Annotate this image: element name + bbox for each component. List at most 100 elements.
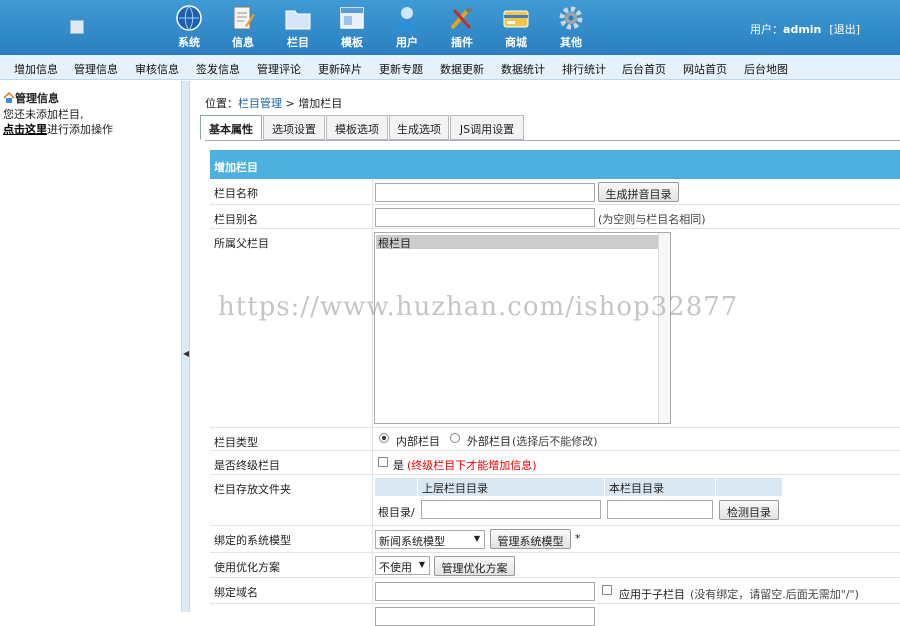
nav-label: 用户 [396, 36, 418, 49]
parent-column-listbox[interactable]: 根栏目 [374, 232, 671, 424]
folder-head-extra [716, 478, 782, 496]
model-label: 绑定的系统模型 [214, 534, 291, 547]
sidebar-action: 点击这里进行添加操作 [3, 121, 113, 137]
nav-info[interactable]: 信息 [221, 4, 265, 50]
menu-data-stats[interactable]: 数据统计 [501, 61, 545, 77]
domain-hint: (没有绑定，请留空.后面无需加"/") [690, 588, 859, 601]
menu-site-home[interactable]: 网站首页 [683, 61, 727, 77]
menu-manage-comments[interactable]: 管理评论 [257, 61, 301, 77]
tab-basic[interactable]: 基本属性 [200, 115, 262, 140]
menu-data-update[interactable]: 数据更新 [440, 61, 484, 77]
manage-model-button[interactable]: 管理系统模型 [490, 529, 571, 549]
nav-other[interactable]: 其他 [549, 4, 593, 50]
domain-input[interactable] [375, 582, 595, 601]
domain-sub-label: 应用于子栏目 [619, 588, 685, 601]
manage-optimize-button[interactable]: 管理优化方案 [434, 556, 515, 576]
logout-link[interactable]: [退出] [829, 23, 860, 36]
optimize-select[interactable]: 不使用 ▼ [375, 556, 430, 575]
menu-rank-stats[interactable]: 排行统计 [562, 61, 606, 77]
final-hint: (终级栏目下才能增加信息) [407, 459, 537, 472]
folder-root-label: 根目录/ [378, 506, 415, 519]
tab-options[interactable]: 选项设置 [263, 115, 325, 140]
home-icon [3, 91, 15, 103]
alias-hint: (为空则与栏目名相同) [598, 213, 706, 226]
parent-label: 所属父栏目 [214, 237, 269, 250]
type-hint: (选择后不能修改) [512, 435, 598, 448]
user-info: 用户：admin [退出] [750, 21, 860, 37]
username: admin [783, 23, 822, 36]
folder-head-blank [375, 478, 417, 496]
column-name-input[interactable] [375, 183, 595, 202]
breadcrumb-link-column-manage[interactable]: 栏目管理 [238, 97, 282, 110]
parent-folder-input[interactable] [421, 500, 601, 519]
tab-generate[interactable]: 生成选项 [389, 115, 449, 140]
this-folder-input[interactable] [607, 500, 713, 519]
menu-update-topics[interactable]: 更新专题 [379, 61, 423, 77]
dropdown-arrow-icon: ▼ [418, 560, 425, 569]
name-label: 栏目名称 [214, 187, 258, 200]
folder-head-this: 本栏目目录 [605, 478, 715, 496]
folder-label: 栏目存放文件夹 [214, 483, 291, 496]
menu-sign-info[interactable]: 签发信息 [196, 61, 240, 77]
tab-template[interactable]: 模板选项 [326, 115, 388, 140]
final-yes-label: 是 [393, 459, 404, 472]
column-alias-input[interactable] [375, 208, 595, 227]
gear-icon [559, 6, 583, 30]
final-checkbox[interactable] [378, 457, 388, 467]
nav-shop[interactable]: 商城 [494, 4, 538, 50]
menu-admin-home[interactable]: 后台首页 [622, 61, 666, 77]
final-label: 是否终级栏目 [214, 459, 280, 472]
nav-label: 其他 [560, 36, 582, 49]
model-select[interactable]: 新闻系统模型 ▼ [375, 530, 485, 549]
domain-sub-checkbox[interactable] [602, 585, 612, 595]
window-icon [340, 7, 364, 29]
listbox-scrollbar[interactable] [658, 233, 670, 423]
radio-external[interactable] [450, 433, 460, 443]
generate-pinyin-button[interactable]: 生成拼音目录 [598, 182, 679, 202]
domain-label: 绑定域名 [214, 586, 258, 599]
sidebar-toggle-bar[interactable]: ◀ [181, 81, 190, 612]
form-title: 增加栏目 [210, 150, 900, 179]
nav-label: 商城 [505, 36, 527, 49]
check-folder-button[interactable]: 检测目录 [719, 500, 779, 520]
click-here-link[interactable]: 点击这里 [3, 123, 47, 136]
required-star: * [575, 532, 581, 545]
next-row-input[interactable] [375, 607, 595, 626]
dropdown-arrow-icon: ▼ [473, 534, 480, 543]
user-icon [396, 7, 418, 31]
logo-image [70, 20, 84, 34]
menu-update-fragments[interactable]: 更新碎片 [318, 61, 362, 77]
tools-icon [450, 7, 472, 30]
menu-admin-map[interactable]: 后台地图 [744, 61, 788, 77]
sidebar-title-text: 管理信息 [15, 92, 59, 105]
folder-head-parent: 上层栏目目录 [418, 478, 604, 496]
folder-icon [285, 10, 311, 30]
sidebar-action-text: 进行添加操作 [47, 123, 113, 136]
sidebar-title: 管理信息 [3, 90, 59, 106]
card-icon [503, 10, 529, 28]
notepad-icon [233, 6, 255, 30]
nav-label: 栏目 [287, 36, 309, 49]
user-prefix: 用户： [750, 23, 784, 36]
nav-column[interactable]: 栏目 [276, 4, 320, 50]
nav-template[interactable]: 模板 [330, 4, 374, 50]
nav-user[interactable]: 用户 [385, 4, 429, 50]
collapse-arrow-icon[interactable]: ◀ [183, 349, 189, 358]
menu-review-info[interactable]: 审核信息 [135, 61, 179, 77]
type-label: 栏目类型 [214, 436, 258, 449]
optimize-label: 使用优化方案 [214, 561, 280, 574]
menu-manage-info[interactable]: 管理信息 [74, 61, 118, 77]
quick-menu-bar: 增加信息 管理信息 审核信息 签发信息 管理评论 更新碎片 更新专题 数据更新 … [0, 55, 900, 80]
parent-option-root[interactable]: 根栏目 [376, 235, 658, 250]
nav-plugin[interactable]: 插件 [440, 4, 484, 50]
sidebar: 管理信息 您还未添加栏目, 点击这里进行添加操作 [0, 81, 180, 612]
radio-internal[interactable] [379, 433, 389, 443]
watermark-text: https://www.huzhan.com/ishop32877 [218, 292, 739, 322]
menu-add-info[interactable]: 增加信息 [14, 61, 58, 77]
top-header: 系统 信息 栏目 模板 用户 插件 商城 其他 用户：admin [退出] [0, 0, 900, 55]
tab-js[interactable]: JS调用设置 [450, 115, 524, 140]
nav-system[interactable]: 系统 [167, 4, 211, 50]
sidebar-notice: 您还未添加栏目, [3, 108, 84, 121]
row-optimize: 使用优化方案 [210, 553, 900, 578]
row-final: 是否终级栏目 [210, 451, 900, 475]
